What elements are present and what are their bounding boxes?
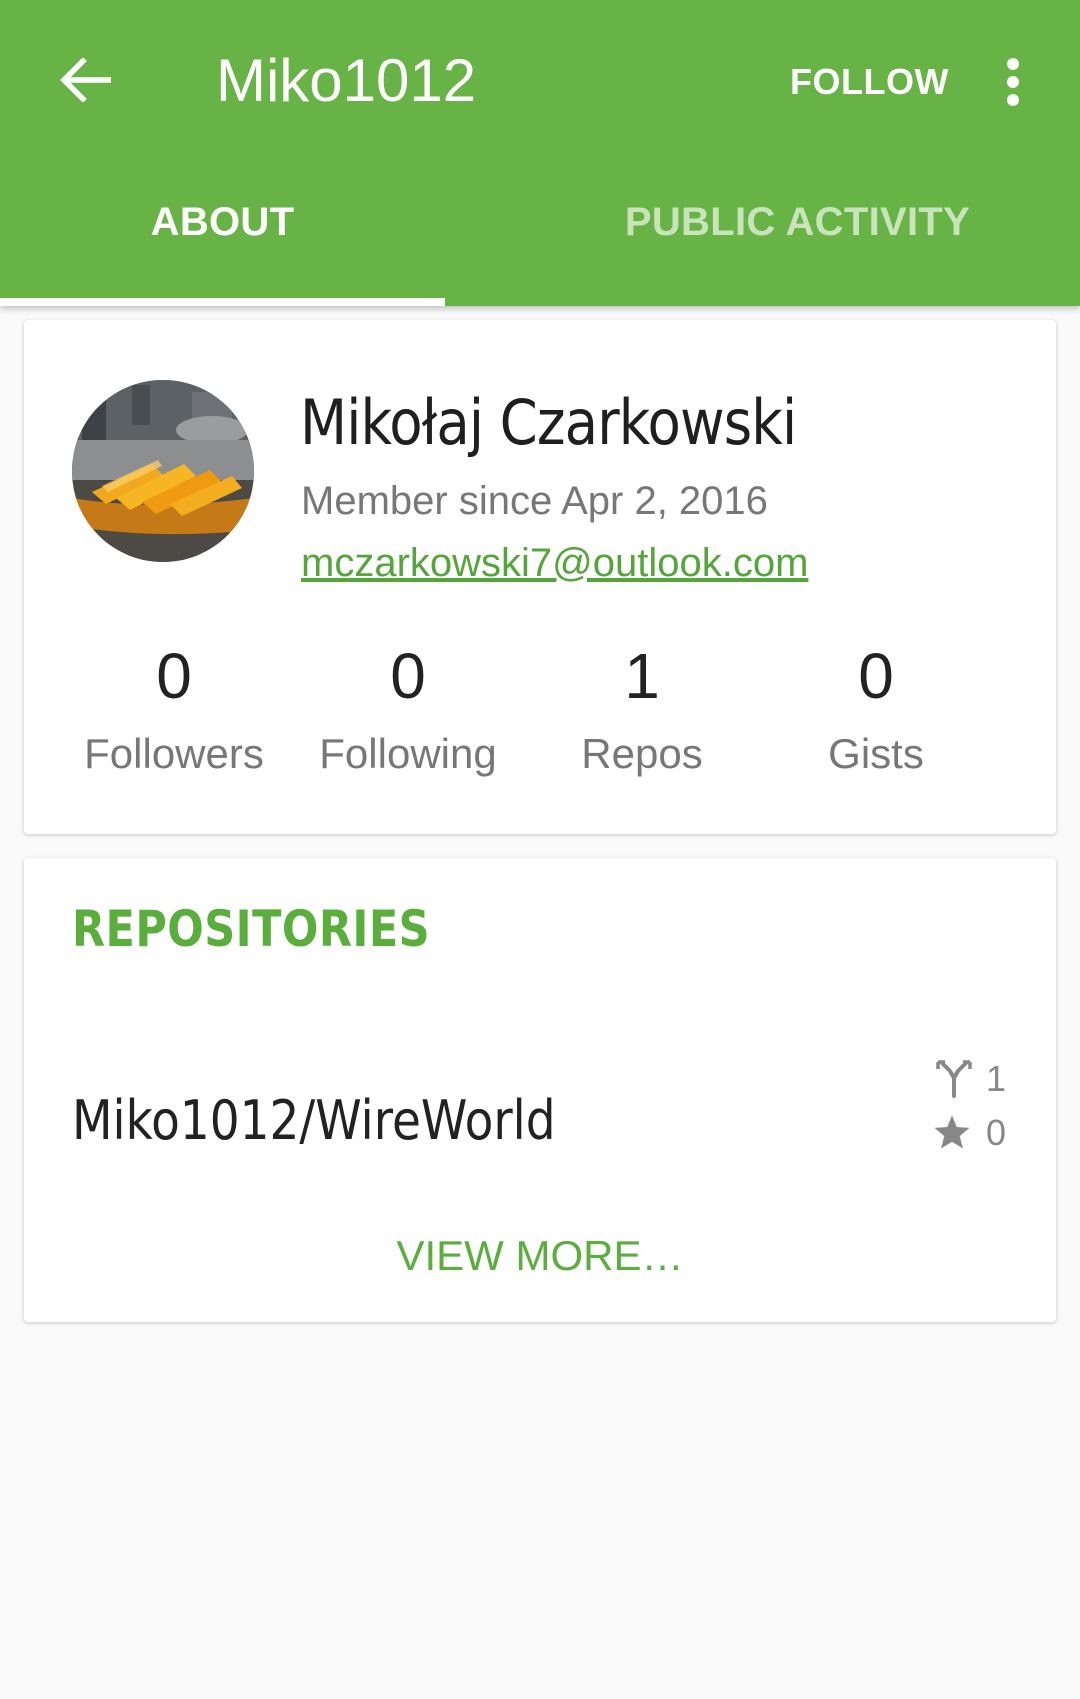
- repositories-header: REPOSITORIES: [72, 900, 431, 958]
- fork-icon: [936, 1060, 972, 1098]
- page-title: Miko1012: [216, 47, 477, 114]
- tab-about[interactable]: ABOUT: [0, 200, 445, 306]
- profile-email-link[interactable]: mczarkowski7@outlook.com: [301, 538, 808, 588]
- stat-value: 0: [858, 640, 894, 712]
- avatar[interactable]: [72, 380, 254, 562]
- profile-name: Mikołaj Czarkowski: [300, 386, 797, 459]
- tab-about-label: ABOUT: [150, 200, 295, 244]
- stat-gists[interactable]: 0 Gists: [759, 638, 993, 782]
- profile-card: Mikołaj Czarkowski Member since Apr 2, 2…: [24, 320, 1056, 834]
- stat-value: 0: [390, 640, 426, 712]
- repo-name: Miko1012/WireWorld: [72, 1089, 556, 1152]
- tab-public-activity[interactable]: PUBLIC ACTIVITY: [445, 200, 1080, 306]
- more-vert-icon: [1007, 58, 1019, 106]
- overflow-menu-button[interactable]: [990, 50, 1036, 114]
- member-since: Member since Apr 2, 2016: [301, 479, 768, 523]
- stat-following[interactable]: 0 Following: [291, 638, 525, 782]
- stat-label: Repos: [581, 730, 703, 777]
- view-more-button[interactable]: VIEW MORE…: [24, 1232, 1056, 1280]
- avatar-image: [72, 380, 254, 562]
- stat-followers[interactable]: 0 Followers: [57, 638, 291, 782]
- star-count-value: 0: [986, 1112, 1007, 1153]
- repo-meta: 1 0: [908, 1052, 1008, 1160]
- stat-label: Followers: [84, 730, 264, 777]
- repositories-card: REPOSITORIES Miko1012/WireWorld 1 0 VIEW…: [24, 858, 1056, 1322]
- arrow-back-icon: [60, 58, 111, 102]
- tab-public-activity-label: PUBLIC ACTIVITY: [624, 200, 971, 244]
- fork-count: 1: [908, 1052, 1008, 1106]
- back-button[interactable]: [50, 52, 120, 108]
- star-count: 0: [908, 1106, 1008, 1160]
- follow-button[interactable]: FOLLOW: [790, 54, 949, 110]
- fork-count-value: 1: [986, 1058, 1007, 1099]
- tab-indicator: [0, 298, 445, 306]
- app-bar: Miko1012 FOLLOW ABOUT PUBLIC ACTIVITY: [0, 0, 1080, 306]
- star-icon: [934, 1115, 970, 1149]
- stat-value: 1: [624, 640, 660, 712]
- stat-label: Gists: [828, 730, 924, 777]
- list-item[interactable]: Miko1012/WireWorld 1 0: [24, 1044, 1056, 1194]
- stat-value: 0: [156, 640, 192, 712]
- stat-label: Following: [319, 730, 497, 777]
- stat-repos[interactable]: 1 Repos: [525, 638, 759, 782]
